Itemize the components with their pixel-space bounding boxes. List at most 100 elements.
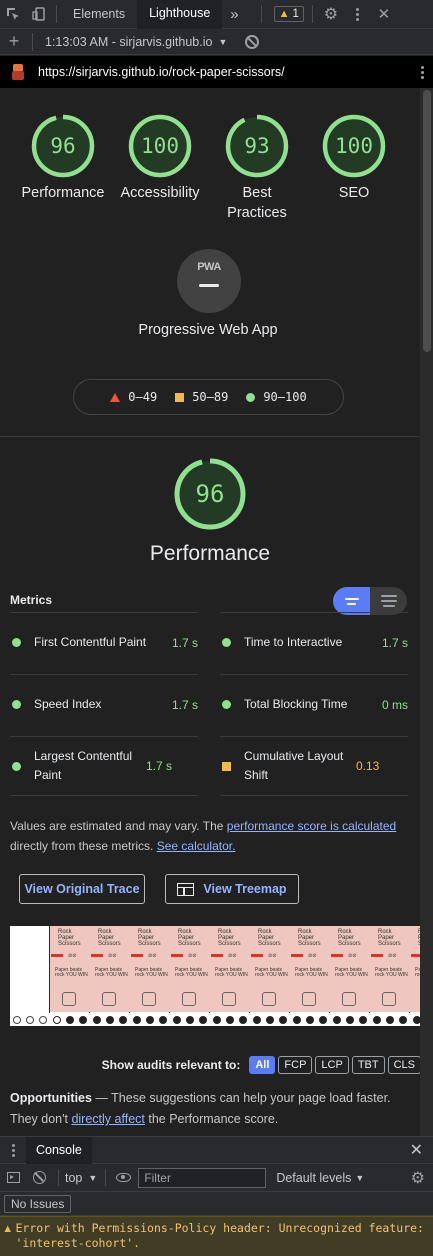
gauge-accessibility[interactable]: 100 Accessibility — [110, 113, 210, 203]
metric-fcp[interactable]: First Contentful Paint 1.7 s — [10, 612, 198, 672]
compact-view-icon[interactable] — [333, 587, 370, 615]
metric-value: 1.7 s — [171, 697, 198, 712]
audit-filter-bar: Show audits relevant to: All FCP LCP TBT… — [102, 1056, 421, 1074]
score-calculated-link[interactable]: performance score is calculated — [227, 819, 396, 833]
metric-value: 1.7 s — [381, 635, 408, 650]
chevron-down-icon[interactable]: ▼ — [218, 37, 227, 47]
gauge-seo[interactable]: 100 SEO — [304, 113, 404, 203]
legend-fail: 0–49 — [110, 390, 157, 404]
warning-text: Error with Permissions-Policy header: Un… — [15, 1221, 424, 1250]
gauge-performance[interactable]: 96 Performance — [13, 113, 113, 203]
filmstrip-frame: Rock Paper Scissors⊘⊘Paper beats rock YO… — [50, 926, 90, 1026]
gauge-score: 100 — [335, 134, 373, 158]
tab-console[interactable]: Console — [26, 1136, 92, 1164]
frame-text: Paper beats rock YOU WIN — [215, 967, 248, 978]
console-settings-gear-icon[interactable]: ⚙ — [411, 1168, 425, 1188]
no-issues-button[interactable]: No Issues — [4, 1194, 72, 1213]
clear-reports-icon[interactable] — [245, 34, 260, 49]
live-expression-eye-icon[interactable] — [114, 1173, 132, 1182]
clear-console-icon[interactable] — [26, 1171, 52, 1184]
tab-separator — [311, 5, 313, 23]
pass-circle-icon — [222, 700, 231, 709]
metric-name: Time to Interactive — [244, 635, 343, 649]
settings-gear-icon[interactable]: ⚙ — [317, 0, 345, 29]
inspect-element-icon[interactable] — [0, 0, 26, 29]
metric-speed-index[interactable]: Speed Index 1.7 s — [10, 674, 198, 734]
view-treemap-button[interactable]: View Treemap — [165, 874, 299, 904]
close-devtools-icon[interactable]: ✕ — [371, 0, 397, 29]
close-drawer-icon[interactable]: ✕ — [410, 1140, 423, 1160]
expanded-view-icon[interactable] — [370, 587, 407, 615]
view-original-trace-button[interactable]: View Original Trace — [19, 874, 145, 904]
legend-range: 90–100 — [263, 390, 307, 404]
console-warning-message[interactable]: ▲ Error with Permissions-Policy header: … — [0, 1216, 433, 1256]
legend-range: 0–49 — [128, 390, 158, 404]
drawer-tabbar: Console ✕ — [0, 1136, 433, 1164]
console-sidebar-icon[interactable] — [0, 1172, 26, 1183]
toolbar-separator — [32, 32, 33, 51]
context-selector[interactable]: top — [65, 1171, 82, 1185]
frame-title: Rock Paper Scissors — [378, 929, 401, 947]
pass-circle-icon — [12, 638, 21, 647]
frame-text: Paper beats rock YOU WIN — [255, 967, 288, 978]
filmstrip-frame: Rock Paper Scissors⊘⊘Paper beats rock YO… — [250, 926, 290, 1026]
metric-cls[interactable]: Cumulative Layout Shift 0.13 — [220, 736, 408, 796]
device-toolbar-icon[interactable] — [26, 0, 52, 29]
tab-elements[interactable]: Elements — [61, 0, 137, 29]
filter-chip-all[interactable]: All — [249, 1056, 276, 1074]
directly-affect-link[interactable]: directly affect — [71, 1112, 144, 1126]
report-url-bar: https://sirjarvis.github.io/rock-paper-s… — [0, 56, 433, 88]
performance-section-gauge: 96 — [168, 456, 252, 532]
frame-title: Rock Paper Scissors — [338, 929, 361, 947]
new-report-icon[interactable]: + — [0, 31, 28, 52]
toolbar-separator — [58, 1169, 59, 1186]
tab-lighthouse[interactable]: Lighthouse — [137, 0, 223, 29]
note-text: Values are estimated and may vary. The — [10, 819, 227, 833]
pwa-label: Progressive Web App — [138, 322, 278, 338]
see-calculator-link[interactable]: See calculator. — [157, 839, 236, 853]
log-levels-dropdown[interactable]: Default levels ▼ — [276, 1171, 364, 1185]
filter-chip-cls[interactable]: CLS — [387, 1056, 421, 1074]
performance-title: Performance — [149, 542, 271, 565]
metric-tbt[interactable]: Total Blocking Time 0 ms — [220, 674, 408, 734]
lighthouse-toolbar: + 1:13:03 AM - sirjarvis.github.io ▼ — [0, 29, 433, 55]
frame-title: Rock Paper Scissors — [58, 929, 81, 947]
issues-row: No Issues — [0, 1192, 433, 1216]
filmstrip-frame: Rock Paper Scissors⊘⊘Paper beats rock YO… — [370, 926, 410, 1026]
gauge-label: Accessibility — [120, 185, 200, 201]
customize-menu-icon[interactable] — [345, 0, 371, 29]
more-tabs-button[interactable]: » — [222, 0, 246, 29]
pass-circle-icon — [12, 700, 21, 709]
score-scale-legend: 0–49 50–89 90–100 — [73, 379, 344, 415]
metric-lcp[interactable]: Largest Contentful Paint 1.7 s — [10, 736, 198, 796]
chevron-down-icon[interactable]: ▼ — [88, 1173, 97, 1183]
filmstrip-frame: Rock Paper Scissors⊘⊘Paper beats rock YO… — [130, 926, 170, 1026]
frame-title: Rock Paper Scissors — [218, 929, 241, 947]
metrics-note: Values are estimated and may vary. The p… — [10, 816, 410, 856]
filmstrip-frame: Rock Paper Scissors⊘⊘Paper beats rock YO… — [410, 926, 420, 1026]
pwa-badge-icon[interactable]: PWA — [177, 249, 241, 313]
filter-chip-fcp[interactable]: FCP — [278, 1056, 313, 1074]
drawer-menu-icon[interactable] — [0, 1143, 26, 1157]
filter-chip-tbt[interactable]: TBT — [351, 1056, 385, 1074]
opportunities-title: Opportunities — [10, 1091, 92, 1105]
gauge-best-practices[interactable]: 93 Best Practices — [207, 113, 307, 223]
pass-circle-icon — [246, 392, 256, 402]
metrics-view-toggle[interactable] — [333, 587, 407, 615]
warnings-badge[interactable]: ▲ 1 — [273, 6, 304, 22]
pass-circle-icon — [12, 761, 21, 771]
report-selector[interactable]: 1:13:03 AM - sirjarvis.github.io — [37, 35, 212, 49]
metric-value: 1.7 s — [146, 759, 173, 773]
filter-chip-lcp[interactable]: LCP — [315, 1056, 349, 1074]
gauge-label: Performance — [21, 185, 105, 201]
console-filter-input[interactable]: Filter — [138, 1167, 267, 1188]
metric-tti[interactable]: Time to Interactive 1.7 s — [220, 612, 408, 672]
legend-pass: 90–100 — [246, 390, 307, 404]
site-favicon-icon — [12, 64, 24, 80]
report-scrollbar-thumb[interactable] — [423, 90, 431, 352]
frame-text: Paper beats rock YOU WIN — [175, 967, 208, 978]
metric-name: Total Blocking Time — [244, 697, 348, 711]
report-menu-icon[interactable] — [411, 65, 433, 79]
report-url[interactable]: https://sirjarvis.github.io/rock-paper-s… — [38, 65, 411, 79]
section-divider — [0, 436, 420, 437]
